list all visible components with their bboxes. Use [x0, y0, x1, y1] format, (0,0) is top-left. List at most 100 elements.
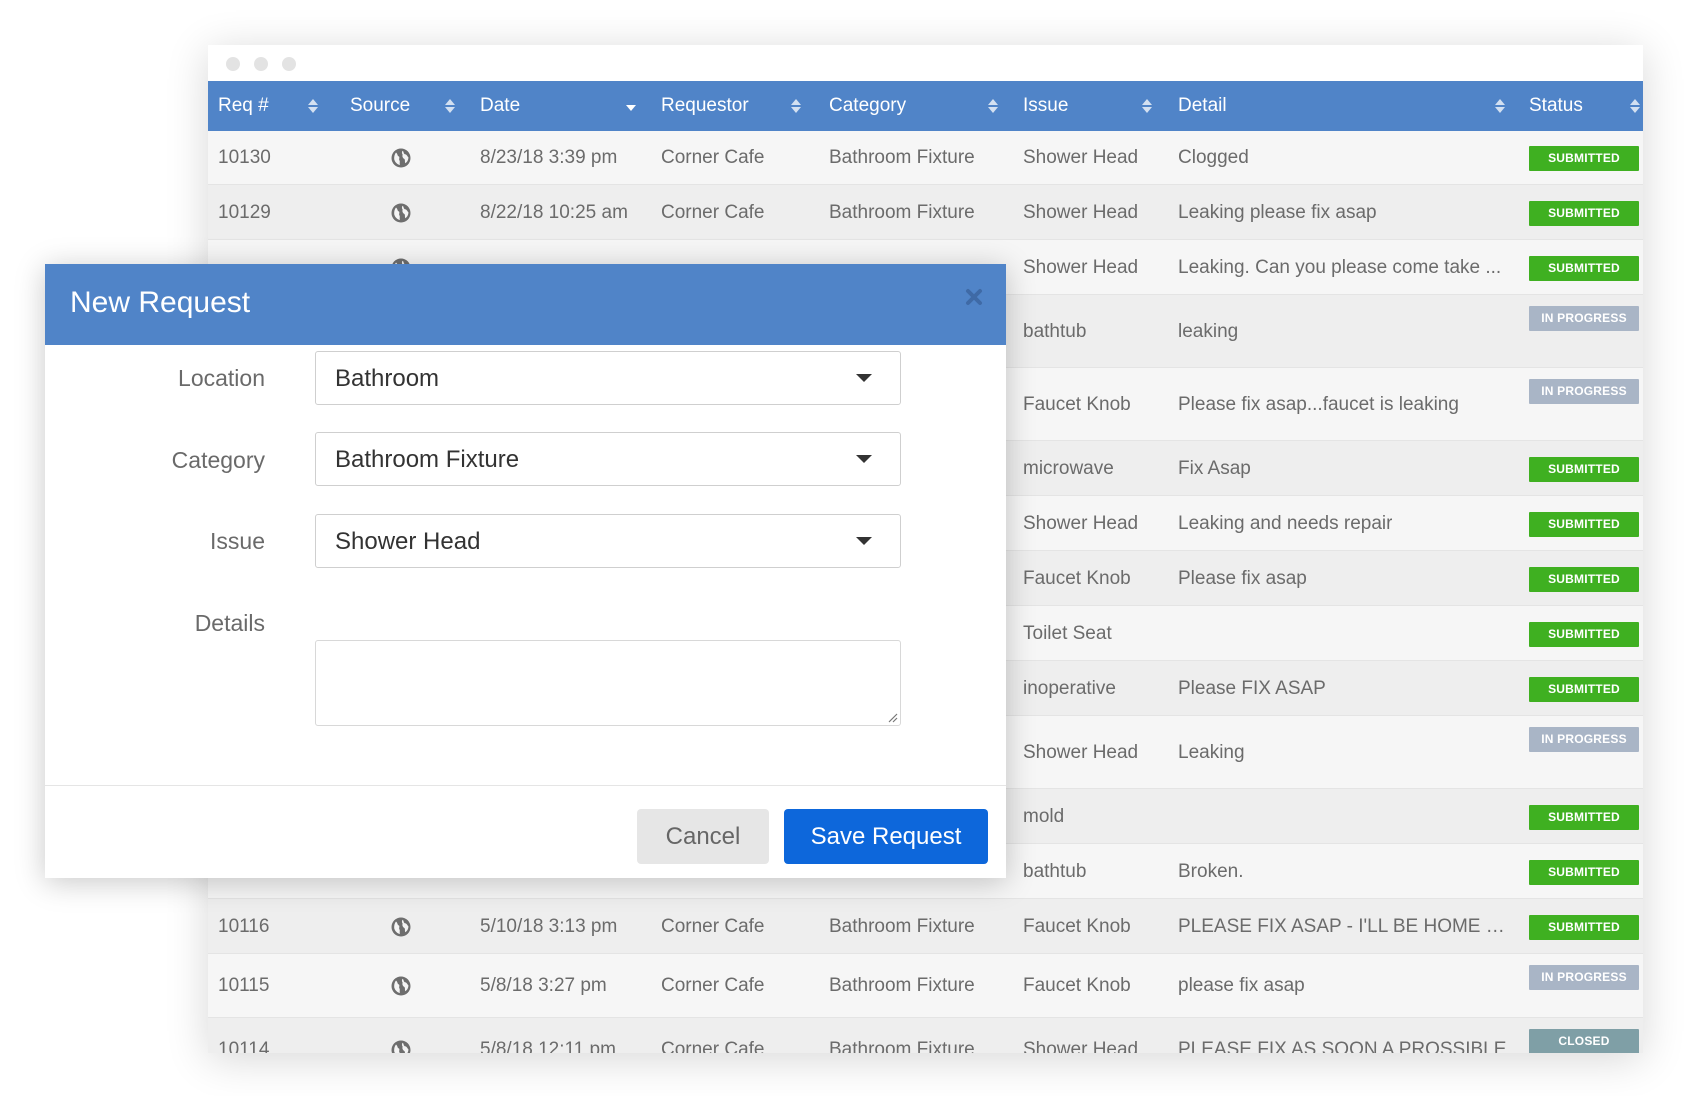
cell-requestor: Corner Cafe: [661, 975, 765, 996]
table-row[interactable]: 10114 5/8/18 12:11 pm Corner Cafe Bathroom …: [208, 1018, 1643, 1053]
cell-detail: Leaking: [1178, 742, 1245, 763]
sort-icon[interactable]: [791, 99, 801, 113]
cell-issue: Faucet Knob: [1023, 975, 1131, 996]
globe-icon: [391, 203, 411, 223]
issue-select-value: Shower Head: [335, 528, 481, 555]
modal-title: New Request: [70, 286, 251, 319]
cell-requestor: Corner Cafe: [661, 916, 765, 937]
table-row[interactable]: 10115 5/8/18 3:27 pm Corner Cafe Bathroom F…: [208, 954, 1643, 1018]
cell-issue: bathtub: [1023, 861, 1087, 882]
cell-req: 10129: [218, 202, 271, 223]
sort-icon[interactable]: [445, 99, 455, 113]
cancel-button[interactable]: Cancel: [637, 809, 769, 864]
cell-issue: Toilet Seat: [1023, 623, 1112, 644]
cell-issue: Shower Head: [1023, 257, 1139, 278]
cell-issue: Shower Head: [1023, 742, 1139, 763]
location-select[interactable]: Bathroom: [315, 351, 901, 405]
sort-desc-icon[interactable]: [626, 99, 636, 113]
cell-requestor: Corner Cafe: [661, 147, 765, 168]
cell-detail: Clogged: [1178, 147, 1249, 168]
cell-detail: leaking: [1178, 321, 1239, 342]
cell-category: Bathroom Fixture: [829, 1039, 975, 1053]
cell-category: Bathroom Fixture: [829, 916, 975, 937]
status-badge: SUBMITTED: [1529, 201, 1639, 226]
cell-issue: Shower Head: [1023, 513, 1139, 534]
close-icon[interactable]: [963, 286, 985, 308]
sort-icon[interactable]: [308, 99, 318, 113]
cell-date: 5/8/18 12:11 pm: [480, 1039, 616, 1053]
column-header-requestor[interactable]: Requestor: [661, 81, 749, 131]
sort-icon[interactable]: [1630, 99, 1640, 113]
issue-select[interactable]: Shower Head: [315, 514, 901, 568]
globe-icon: [391, 976, 411, 996]
category-select-value: Bathroom Fixture: [335, 446, 520, 473]
globe-icon: [391, 1040, 411, 1053]
modal-header: New Request: [45, 264, 1006, 345]
details-textarea[interactable]: [315, 640, 901, 726]
sort-icon[interactable]: [1495, 99, 1505, 113]
location-label: Location: [178, 365, 265, 391]
cell-date: 5/10/18 3:13 pm: [480, 916, 618, 937]
cell-req: 10130: [218, 147, 271, 168]
cell-date: 5/8/18 3:27 pm: [480, 975, 607, 996]
column-header-req[interactable]: Req #: [218, 81, 269, 131]
column-header-detail[interactable]: Detail: [1178, 81, 1227, 131]
cell-date: 8/23/18 3:39 pm: [480, 147, 618, 168]
cell-detail: please fix asap: [1178, 975, 1305, 996]
cell-issue: Faucet Knob: [1023, 568, 1131, 589]
status-badge: SUBMITTED: [1529, 567, 1639, 592]
cell-detail: PLEASE FIX AS SOON A PROSSIBLE: [1178, 1039, 1507, 1053]
column-header-issue[interactable]: Issue: [1023, 81, 1068, 131]
status-badge: SUBMITTED: [1529, 805, 1639, 830]
column-header-category[interactable]: Category: [829, 81, 906, 131]
sort-icon[interactable]: [988, 99, 998, 113]
table-row[interactable]: 10116 5/10/18 3:13 pm Corner Cafe Bathroom …: [208, 899, 1643, 954]
cell-req: 10114: [218, 1039, 270, 1053]
cell-detail: Please fix asap...faucet is leaking: [1178, 394, 1459, 415]
status-badge: SUBMITTED: [1529, 457, 1639, 482]
category-label: Category: [171, 447, 265, 473]
column-header-date[interactable]: Date: [480, 81, 520, 131]
window-maximize-dot[interactable]: [282, 57, 296, 71]
chevron-down-icon: [856, 374, 872, 382]
status-badge: IN PROGRESS: [1529, 306, 1639, 331]
modal-footer-divider: [45, 785, 1006, 786]
cell-detail: Leaking. Can you please come take ...: [1178, 257, 1502, 278]
chevron-down-icon: [856, 455, 872, 463]
status-badge: SUBMITTED: [1529, 256, 1639, 281]
resize-grip-icon[interactable]: [886, 711, 898, 723]
window-close-dot[interactable]: [226, 57, 240, 71]
status-badge: SUBMITTED: [1529, 146, 1639, 171]
chevron-down-icon: [856, 537, 872, 545]
cell-category: Bathroom Fixture: [829, 147, 975, 168]
cell-requestor: Corner Cafe: [661, 202, 765, 223]
new-request-modal: New Request Location Bathroom Category B…: [45, 264, 1006, 878]
status-badge: SUBMITTED: [1529, 512, 1639, 537]
cell-req: 10116: [218, 916, 270, 937]
window-minimize-dot[interactable]: [254, 57, 268, 71]
category-select[interactable]: Bathroom Fixture: [315, 432, 901, 486]
status-badge: SUBMITTED: [1529, 622, 1639, 647]
table-row[interactable]: 10129 8/22/18 10:25 am Corner Cafe Bathroom…: [208, 185, 1643, 240]
details-label: Details: [194, 610, 265, 636]
cell-issue: Faucet Knob: [1023, 394, 1131, 415]
save-request-button[interactable]: Save Request: [784, 809, 988, 864]
location-select-value: Bathroom: [335, 365, 440, 392]
cell-detail: Leaking please fix asap: [1178, 202, 1377, 223]
column-header-source[interactable]: Source: [350, 81, 410, 131]
status-badge: SUBMITTED: [1529, 915, 1639, 940]
cell-date: 8/22/18 10:25 am: [480, 202, 628, 223]
table-row[interactable]: 10130 8/23/18 3:39 pm Corner Cafe Bathroom …: [208, 131, 1643, 185]
cell-issue: mold: [1023, 806, 1065, 827]
cell-category: Bathroom Fixture: [829, 975, 975, 996]
cell-detail: Broken.: [1178, 861, 1244, 882]
cell-req: 10115: [218, 975, 270, 996]
cell-issue: Shower Head: [1023, 1039, 1139, 1053]
cell-detail: Fix Asap: [1178, 458, 1251, 479]
column-header-status[interactable]: Status: [1529, 81, 1583, 131]
sort-icon[interactable]: [1142, 99, 1152, 113]
status-badge: SUBMITTED: [1529, 860, 1639, 885]
status-badge: IN PROGRESS: [1529, 965, 1639, 990]
cell-detail: Please fix asap: [1178, 568, 1307, 589]
cell-issue: bathtub: [1023, 321, 1087, 342]
